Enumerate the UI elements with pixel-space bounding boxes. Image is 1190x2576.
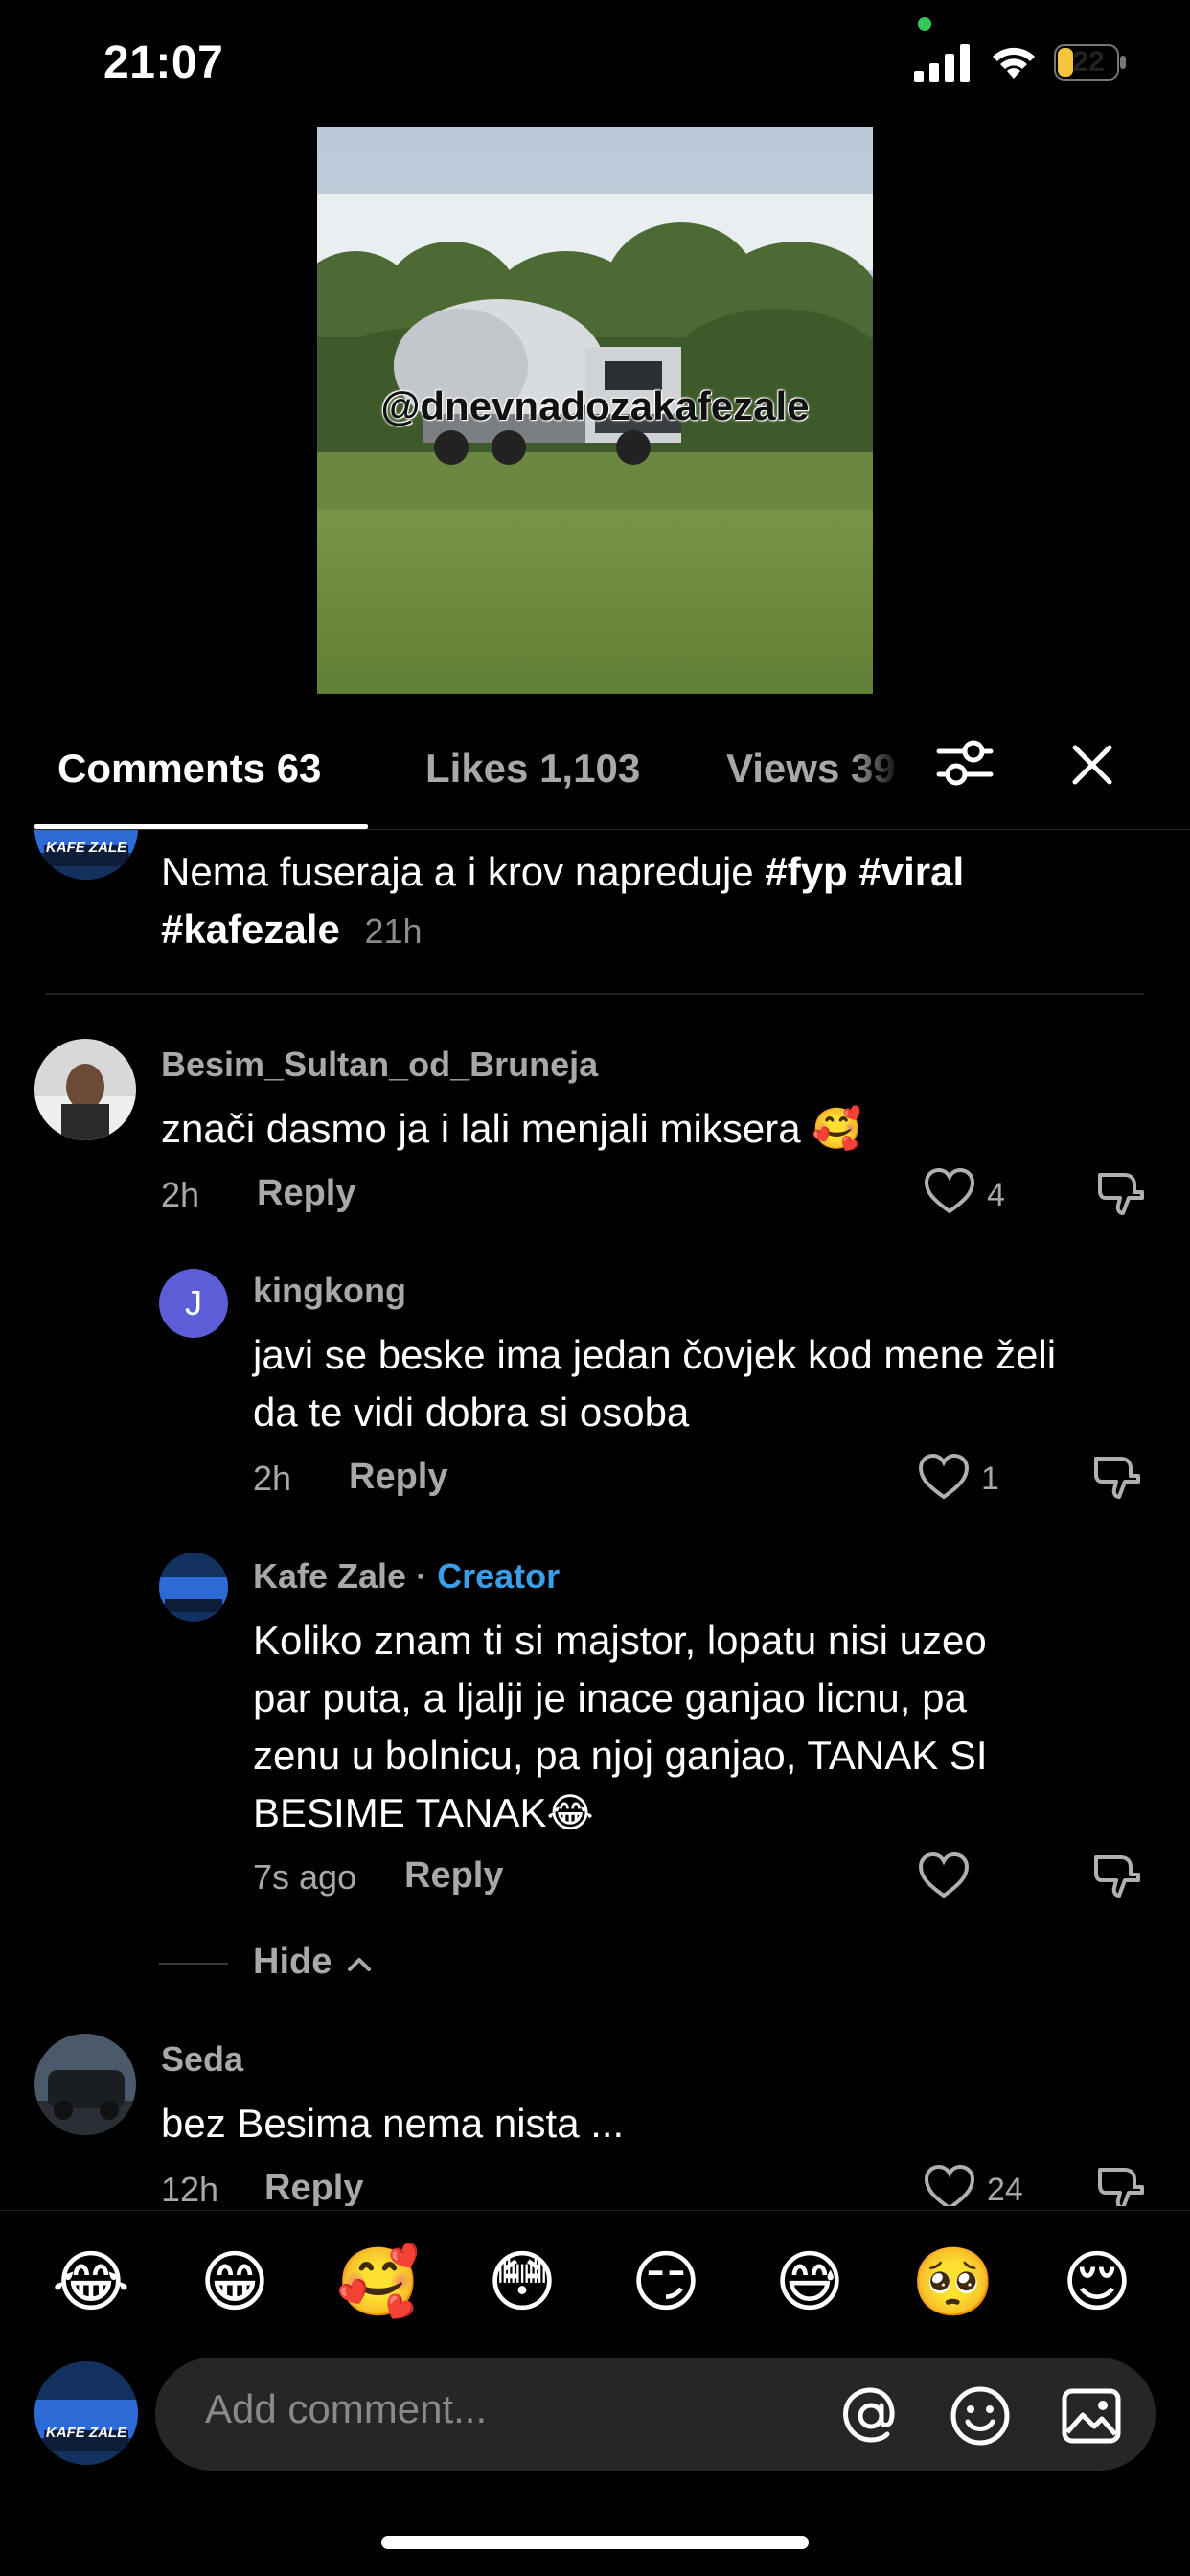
caption-hashtags[interactable]: #fyp #viral: [765, 849, 964, 894]
image-attach-icon[interactable]: [1060, 2384, 1123, 2448]
caption-body: Nema fuseraja a i krov napreduje: [161, 849, 754, 894]
quick-emoji-bar: [0, 2210, 1190, 2341]
creator-badge: Creator: [437, 1556, 561, 1596]
comment-avatar-kingkong[interactable]: J: [159, 1269, 228, 1338]
battery-level: 22: [1072, 46, 1105, 78]
emoji-sweat-smile[interactable]: 😅: [767, 2239, 853, 2325]
chevron-up-icon: [347, 1957, 371, 1971]
comment-username-line: Kafe Zale · Creator: [253, 1556, 560, 1597]
dislike-icon[interactable]: [1090, 1453, 1142, 1501]
comment-text-line-1: javi se beske ima jedan čovjek kod mene …: [253, 1332, 1057, 1377]
emoji-picker-icon[interactable]: [949, 2384, 1012, 2448]
hide-replies-button[interactable]: Hide: [253, 1942, 373, 1983]
like-count: 4: [987, 1177, 1005, 1213]
add-comment-placeholder: Add comment...: [205, 2386, 488, 2431]
comment-avatar-kafe-zale[interactable]: [159, 1552, 228, 1622]
emoji-smiling-hearts[interactable]: 🥰: [335, 2239, 422, 2325]
reply-button[interactable]: Reply: [264, 2168, 363, 2206]
dislike-icon[interactable]: [1094, 1169, 1146, 1217]
comment-username[interactable]: Besim_Sultan_od_Bruneja: [161, 1045, 598, 1085]
privacy-indicator-dot: [918, 17, 931, 31]
cellular-signal-icon: [914, 44, 970, 82]
like-count: 24: [987, 2172, 1023, 2206]
reply-button[interactable]: Reply: [349, 1457, 447, 1498]
username-separator: ·: [406, 1556, 438, 1596]
comment-username[interactable]: Kafe Zale: [253, 1556, 406, 1596]
heart-icon[interactable]: [918, 1453, 970, 1501]
hide-replies-line: [159, 1963, 228, 1965]
reply-button[interactable]: Reply: [404, 1855, 503, 1897]
like-count: 1: [981, 1460, 999, 1497]
caption-text: Nema fuseraja a i krov napreduje #fyp #v…: [161, 843, 1157, 901]
caption-avatar-text: KAFE ZALE: [45, 840, 127, 856]
emoji-flushed[interactable]: 😳: [479, 2239, 565, 2325]
tab-views[interactable]: Views 39: [726, 746, 903, 792]
caption-time: 21h: [364, 911, 423, 951]
emoji-pleading[interactable]: 🥺: [910, 2239, 996, 2325]
comment-text-line-4: BESIME TANAK😂: [253, 1790, 594, 1835]
comment-username[interactable]: Seda: [161, 2039, 243, 2080]
reply-button[interactable]: Reply: [257, 1173, 355, 1214]
emoji-relieved[interactable]: 😌: [1054, 2239, 1140, 2325]
comment-username[interactable]: kingkong: [253, 1271, 406, 1311]
comment-avatar-besim[interactable]: [34, 1039, 136, 1140]
dislike-icon[interactable]: [1094, 2164, 1146, 2206]
dislike-icon[interactable]: [1090, 1852, 1142, 1899]
caption-author-avatar[interactable]: KAFE ZALE: [34, 830, 138, 880]
comment-text: bez Besima nema nista ...: [161, 2101, 625, 2146]
mention-at-icon[interactable]: [839, 2384, 903, 2448]
tab-likes[interactable]: Likes 1,103: [425, 746, 640, 792]
status-time: 21:07: [103, 37, 224, 88]
emoji-grinning[interactable]: 😁: [192, 2239, 278, 2325]
wifi-icon: [993, 47, 1035, 79]
heart-icon[interactable]: [924, 1167, 975, 1215]
heart-icon[interactable]: [918, 1852, 970, 1899]
filter-sliders-icon[interactable]: [935, 736, 995, 790]
comment-text-line-3: zenu u bolnicu, pa njoj ganjao, TANAK SI: [253, 1733, 988, 1778]
tab-comments[interactable]: Comments 63: [57, 746, 321, 792]
comment-text-line-2: da te vidi dobra si osoba: [253, 1390, 690, 1435]
avatar-initial: J: [185, 1283, 202, 1322]
comment-avatar-seda[interactable]: [34, 2034, 136, 2135]
caption-hashtag-kafezale[interactable]: #kafezale: [161, 907, 340, 952]
comment-text: znači dasmo ja i lali menjali miksera 🥰: [161, 1106, 862, 1151]
home-indicator[interactable]: [381, 2536, 809, 2549]
comment-text-line-1: Koliko znam ti si majstor, lopatu nisi u…: [253, 1618, 987, 1663]
comment-time: 7s ago: [253, 1857, 357, 1897]
caption-line-2: #kafezale 21h: [161, 901, 423, 960]
heart-icon[interactable]: [924, 2164, 975, 2206]
comments-list[interactable]: KAFE ZALE Nema fuseraja a i krov napredu…: [0, 830, 1190, 2206]
emoji-smirking[interactable]: 😏: [623, 2239, 709, 2325]
emoji-tears-of-joy[interactable]: 😂: [48, 2239, 134, 2325]
current-user-avatar[interactable]: KAFE ZALE: [34, 2361, 138, 2465]
comment-time: 12h: [161, 2170, 219, 2206]
caption-divider: [46, 993, 1144, 995]
comment-time: 2h: [161, 1175, 200, 1214]
video-watermark: @dnevnadozakafezale: [380, 383, 810, 428]
hide-replies-label: Hide: [253, 1942, 332, 1982]
comment-text-line-2: par puta, a ljalji je inace ganjao licnu…: [253, 1675, 967, 1720]
close-icon[interactable]: [1067, 740, 1117, 790]
comment-time: 2h: [253, 1459, 292, 1498]
current-user-avatar-text: KAFE ZALE: [45, 2425, 127, 2441]
